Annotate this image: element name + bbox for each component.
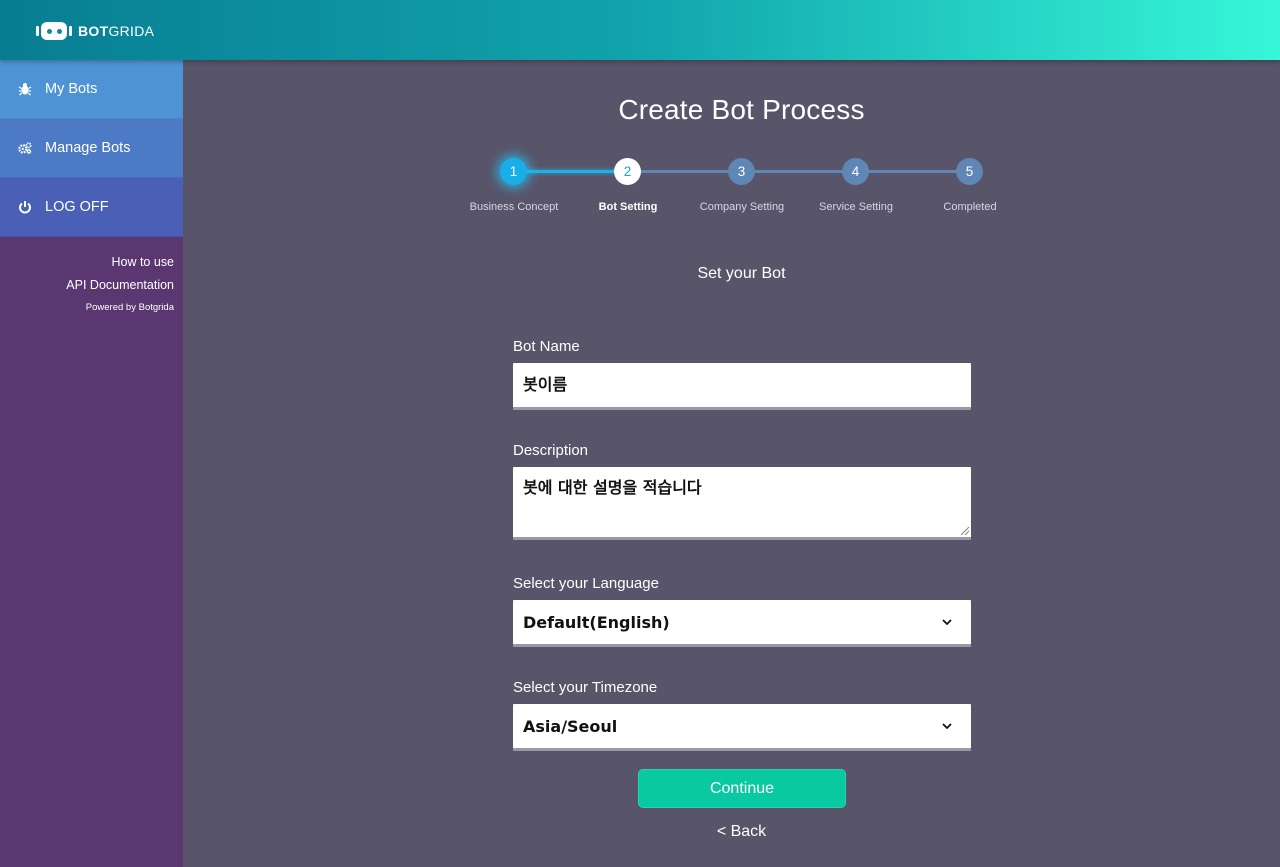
- timezone-label: Select your Timezone: [513, 679, 658, 696]
- sidebar: My Bots Manage Bots LOG OFF How to use A…: [0, 60, 183, 867]
- top-header: BOTGRIDA: [0, 0, 1280, 60]
- sidebar-item-log-off[interactable]: LOG OFF: [0, 178, 183, 237]
- powered-by-text: Powered by Botgrida: [85, 302, 174, 313]
- step-5-dot[interactable]: 5: [956, 158, 983, 185]
- language-select[interactable]: Default(English): [513, 600, 971, 647]
- sidebar-item-label: LOG OFF: [45, 199, 109, 215]
- chevron-down-icon: [941, 720, 953, 732]
- bot-setting-form: Bot Name 봇이름 Description 봇에 대한 설명을 적습니다 …: [513, 337, 971, 782]
- step-5-label: Completed: [943, 201, 997, 213]
- step-connector: [742, 170, 856, 173]
- back-link[interactable]: < Back: [183, 823, 1280, 841]
- description-text: 봇에 대한 설명을 적습니다: [523, 478, 702, 497]
- sidebar-item-label: Manage Bots: [45, 140, 131, 156]
- gears-icon: [18, 141, 32, 155]
- bot-name-label: Bot Name: [513, 338, 580, 355]
- bug-icon: [18, 82, 32, 96]
- sidebar-item-my-bots[interactable]: My Bots: [0, 60, 183, 119]
- step-connector: [514, 170, 628, 173]
- api-documentation-link[interactable]: API Documentation: [0, 274, 174, 297]
- sidebar-item-label: My Bots: [45, 81, 98, 97]
- continue-button[interactable]: Continue: [638, 769, 846, 808]
- process-stepper: 1 2 3 4 5 Business Concept Bot Setting C…: [183, 60, 1280, 260]
- how-to-use-link[interactable]: How to use: [0, 251, 174, 274]
- sidebar-item-manage-bots[interactable]: Manage Bots: [0, 119, 183, 178]
- language-selected-value: Default(English): [523, 612, 670, 632]
- step-2-dot[interactable]: 2: [614, 158, 641, 185]
- timezone-select[interactable]: Asia/Seoul: [513, 704, 971, 751]
- robot-logo-icon: [36, 22, 72, 40]
- chevron-down-icon: [941, 616, 953, 628]
- step-1-dot[interactable]: 1: [500, 158, 527, 185]
- section-subtitle: Set your Bot: [697, 265, 786, 282]
- bot-name-input[interactable]: 봇이름: [513, 363, 971, 410]
- power-icon: [18, 200, 32, 214]
- language-label: Select your Language: [513, 575, 659, 592]
- step-4-dot[interactable]: 4: [842, 158, 869, 185]
- main-content: Create Bot Process 1 2 3 4 5 Business Co…: [183, 60, 1280, 867]
- description-textarea[interactable]: 봇에 대한 설명을 적습니다: [513, 467, 971, 540]
- step-connector: [856, 170, 970, 173]
- timezone-selected-value: Asia/Seoul: [523, 716, 618, 736]
- logo-text: BOTGRIDA: [78, 23, 155, 39]
- description-label: Description: [513, 442, 589, 459]
- step-connector: [628, 170, 742, 173]
- step-3-dot[interactable]: 3: [728, 158, 755, 185]
- resize-grip-icon[interactable]: [961, 527, 969, 535]
- sidebar-links: How to use API Documentation Powered by …: [0, 237, 183, 319]
- botgrida-logo[interactable]: BOTGRIDA: [36, 21, 154, 41]
